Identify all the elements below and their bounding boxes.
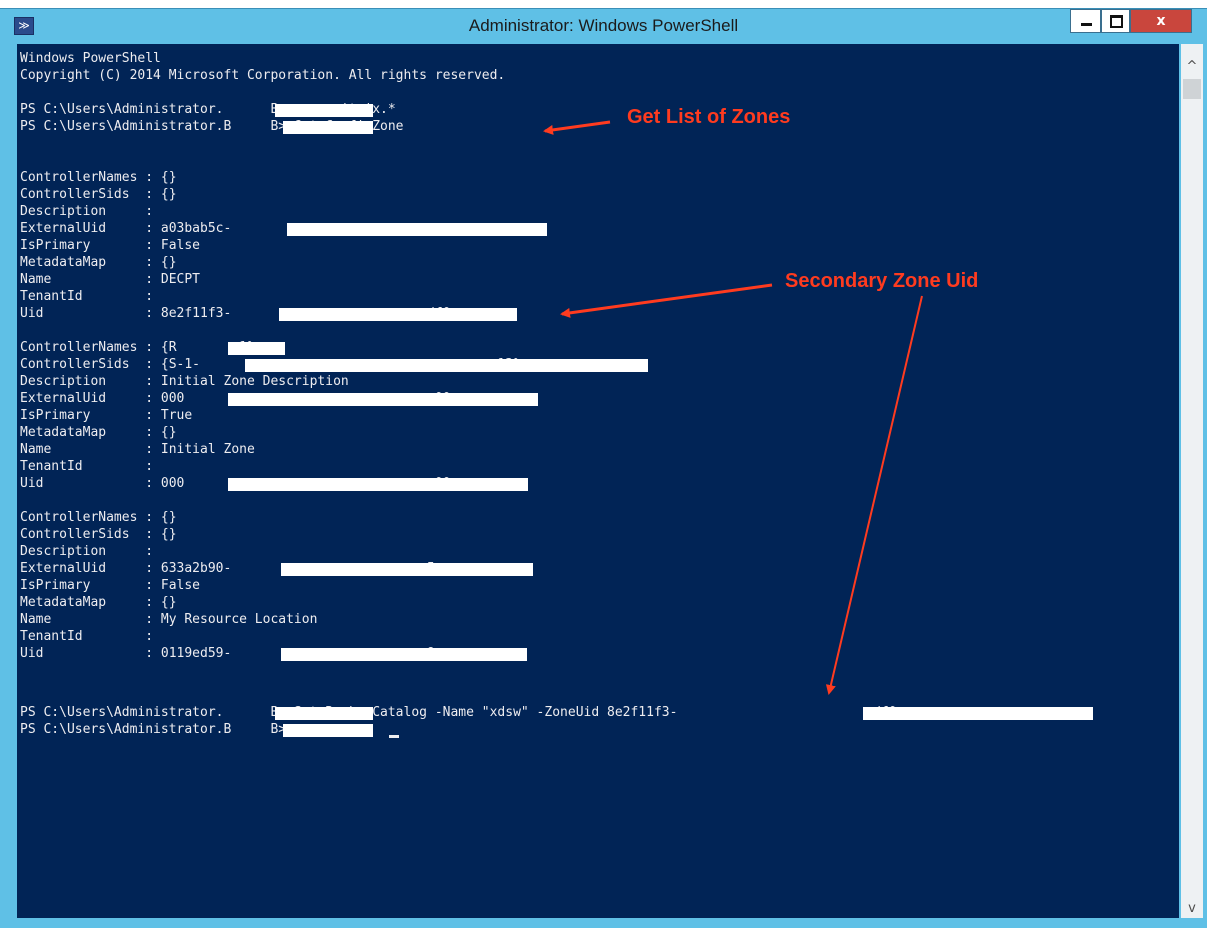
console-line: ControllerNames : {R -1} xyxy=(20,340,255,355)
redaction-bar xyxy=(279,308,517,321)
console-line: IsPrimary : False xyxy=(20,578,201,593)
title-bar[interactable]: ≫ Administrator: Windows PowerShell x xyxy=(0,9,1207,43)
console-line: PS C:\Users\Administrator. B> Set-Broker… xyxy=(20,705,897,720)
console-line: Name : Initial Zone xyxy=(20,442,255,457)
console-line: TenantId : xyxy=(20,289,154,304)
console-line: IsPrimary : True xyxy=(20,408,193,423)
console-line: ControllerSids : {} xyxy=(20,187,177,202)
console-line: ControllerNames : {} xyxy=(20,170,177,185)
console-line: Description : Initial Zone Description xyxy=(20,374,349,389)
console-line: Copyright (C) 2014 Microsoft Corporation… xyxy=(20,68,506,83)
console-line: Description : xyxy=(20,544,154,559)
maximize-button[interactable] xyxy=(1101,9,1130,33)
console-line: Name : My Resource Location xyxy=(20,612,318,627)
text-cursor xyxy=(389,735,399,738)
console-line: ControllerNames : {} xyxy=(20,510,177,525)
redaction-bar xyxy=(287,223,547,236)
redaction-bar xyxy=(283,724,373,737)
console-line: ControllerSids : {} xyxy=(20,527,177,542)
console-line: Name : DECPT xyxy=(20,272,201,287)
redaction-bar xyxy=(228,478,528,491)
scroll-down-icon[interactable]: v xyxy=(1181,900,1203,918)
minimize-button[interactable] xyxy=(1070,9,1101,33)
redaction-bar xyxy=(228,393,538,406)
redaction-bar xyxy=(228,342,285,355)
redaction-bar xyxy=(281,563,533,576)
console-line: MetadataMap : {} xyxy=(20,425,177,440)
annotation-get-list-of-zones: Get List of Zones xyxy=(627,106,791,128)
console-line: TenantId : xyxy=(20,459,154,474)
console-line: ExternalUid : a03bab5c- xyxy=(20,221,232,236)
annotation-secondary-zone-uid: Secondary Zone Uid xyxy=(785,270,979,292)
redaction-bar xyxy=(245,359,648,372)
console-line: Description : xyxy=(20,204,154,219)
scroll-up-icon[interactable]: ^ xyxy=(1181,58,1203,76)
redaction-bar xyxy=(275,707,373,720)
console-line: MetadataMap : {} xyxy=(20,255,177,270)
console-line: TenantId : xyxy=(20,629,154,644)
close-button[interactable]: x xyxy=(1130,9,1192,33)
scrollbar-thumb[interactable] xyxy=(1183,79,1201,99)
console-line: MetadataMap : {} xyxy=(20,595,177,610)
console-output[interactable]: Windows PowerShell Copyright (C) 2014 Mi… xyxy=(17,44,1179,918)
vertical-scrollbar[interactable]: ^ v xyxy=(1181,44,1203,918)
console-line: Windows PowerShell xyxy=(20,51,161,66)
console-line: IsPrimary : False xyxy=(20,238,201,253)
redaction-bar xyxy=(283,121,373,134)
console-line: PS C:\Users\Administrator.B B> xyxy=(20,722,294,737)
redaction-bar xyxy=(275,104,373,117)
maximize-icon xyxy=(1110,15,1123,28)
redaction-bar xyxy=(863,707,1093,720)
minimize-icon xyxy=(1081,23,1092,26)
window-title: Administrator: Windows PowerShell xyxy=(468,16,739,35)
redaction-bar xyxy=(281,648,527,661)
